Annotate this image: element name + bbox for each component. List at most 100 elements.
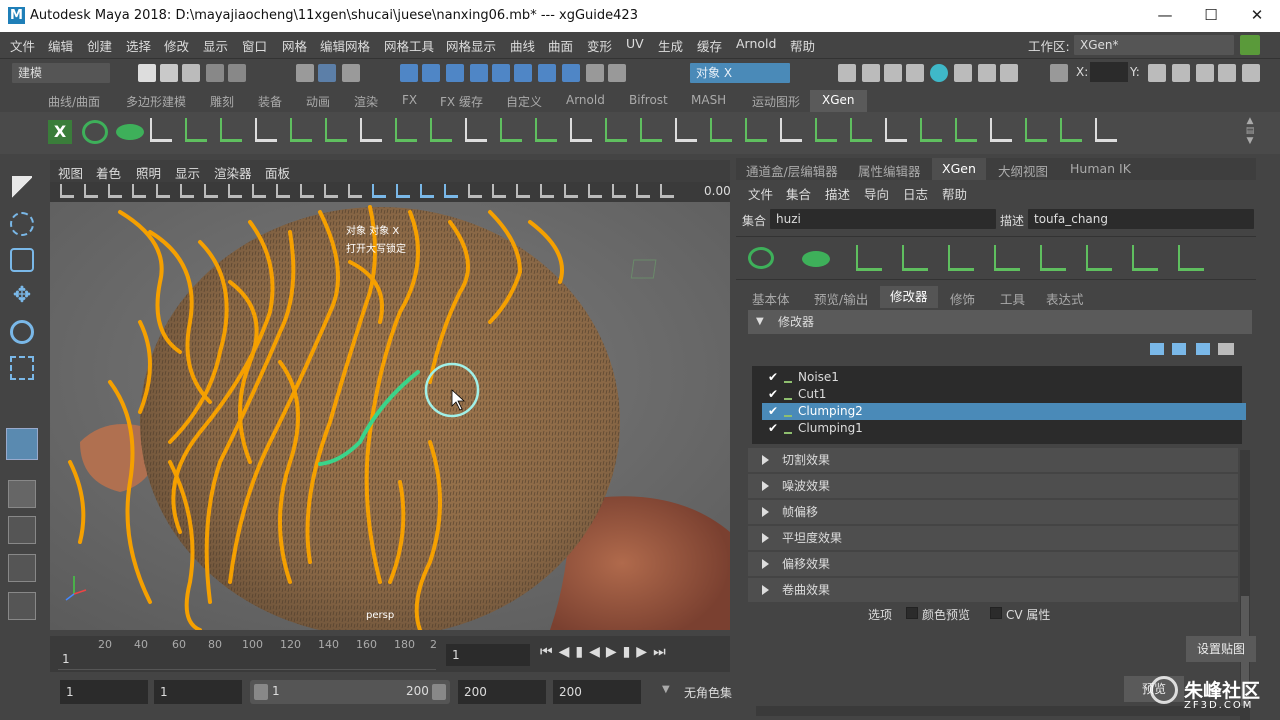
- viewport-tool-16-icon[interactable]: [420, 184, 434, 198]
- section-flatness-effect[interactable]: 平坦度效果: [748, 526, 1238, 550]
- move-tool-icon[interactable]: ✥: [10, 284, 34, 308]
- lasso-select-icon[interactable]: [10, 212, 34, 236]
- vp-menu-view[interactable]: 视图: [58, 163, 83, 182]
- menu-window[interactable]: 窗口: [242, 36, 267, 55]
- menu-help[interactable]: 帮助: [790, 36, 815, 55]
- viewport-tool-5-icon[interactable]: [156, 184, 170, 198]
- outliner-layout-icon[interactable]: [8, 592, 36, 620]
- viewport-tool-18-icon[interactable]: [468, 184, 482, 198]
- menu-uv[interactable]: UV: [626, 36, 644, 51]
- modifier-folder-icon[interactable]: [1218, 343, 1234, 355]
- anim-end-field[interactable]: 200: [458, 680, 546, 704]
- xgen-tool-8-icon[interactable]: [1178, 245, 1204, 271]
- viewport-tool-22-icon[interactable]: [564, 184, 578, 198]
- shelf-tab-fx[interactable]: FX: [402, 93, 417, 107]
- lock-icon[interactable]: [1240, 35, 1260, 55]
- create-primitive-icon[interactable]: [802, 251, 830, 267]
- menu-mesh-tools[interactable]: 网格工具: [384, 36, 434, 55]
- xgen-menu-file[interactable]: 文件: [748, 184, 773, 203]
- shelf-tool-6-icon[interactable]: [325, 118, 347, 142]
- shelf-tab-poly[interactable]: 多边形建模: [126, 93, 186, 110]
- paint-select-icon[interactable]: [10, 248, 34, 272]
- section-curl-effect[interactable]: 卷曲效果: [748, 578, 1238, 602]
- shelf-tool-13-icon[interactable]: [570, 118, 592, 142]
- shelf-tool-7-icon[interactable]: [360, 118, 382, 142]
- horizontal-scrollbar[interactable]: [756, 706, 1240, 716]
- snap-view-icon[interactable]: [470, 64, 488, 82]
- attribute-editor-icon[interactable]: [1196, 64, 1214, 82]
- section-frame-offset[interactable]: 帧偏移: [748, 500, 1238, 524]
- workspace-dropdown[interactable]: XGen*: [1074, 35, 1234, 55]
- shelf-tool-4-icon[interactable]: [255, 118, 277, 142]
- arnold-render-icon[interactable]: [954, 64, 972, 82]
- add-modifier-icon[interactable]: [1196, 343, 1210, 355]
- shelf-tool-23-icon[interactable]: [920, 118, 942, 142]
- xgen-menu-help[interactable]: 帮助: [942, 184, 967, 203]
- xgen-menu-description[interactable]: 描述: [825, 184, 850, 203]
- menu-modify[interactable]: 修改: [164, 36, 189, 55]
- shelf-tool-25-icon[interactable]: [990, 118, 1012, 142]
- viewport-tool-15-icon[interactable]: [396, 184, 410, 198]
- subtab-primitives[interactable]: 基本体: [752, 289, 790, 308]
- xgen-tool-4-icon[interactable]: [994, 245, 1020, 271]
- shelf-tab-mash[interactable]: MASH: [691, 93, 726, 107]
- arnold-ipr-icon[interactable]: [978, 64, 996, 82]
- scale-tool-icon[interactable]: [10, 356, 34, 380]
- range-bar[interactable]: 1 200: [250, 680, 450, 704]
- shelf-tool-3-icon[interactable]: [220, 118, 242, 142]
- tool-settings-icon[interactable]: [1218, 64, 1236, 82]
- redo-icon[interactable]: [228, 64, 246, 82]
- render-view-icon[interactable]: [838, 64, 856, 82]
- vp-menu-renderer[interactable]: 渲染器: [214, 163, 252, 182]
- snap-curve-icon[interactable]: [422, 64, 440, 82]
- viewport-tool-17-icon[interactable]: [444, 184, 458, 198]
- shelf-tool-17-icon[interactable]: [710, 118, 732, 142]
- menu-cache[interactable]: 缓存: [697, 36, 722, 55]
- lock-selection-icon[interactable]: [586, 64, 604, 82]
- description-dropdown[interactable]: toufa_chang: [1028, 209, 1254, 229]
- menu-mesh-display[interactable]: 网格显示: [446, 36, 496, 55]
- subtab-preview-output[interactable]: 预览/输出: [814, 289, 868, 308]
- shelf-tool-21-icon[interactable]: [850, 118, 872, 142]
- shelf-tool-27-icon[interactable]: [1060, 118, 1082, 142]
- xgen-menu-collection[interactable]: 集合: [786, 184, 811, 203]
- object-name-field[interactable]: 对象 X: [690, 63, 790, 83]
- shelf-tool-22-icon[interactable]: [885, 118, 907, 142]
- pause-ipr-icon[interactable]: [1000, 64, 1018, 82]
- xgen-editor-icon[interactable]: X: [48, 120, 72, 144]
- menu-mesh[interactable]: 网格: [282, 36, 307, 55]
- current-frame-field[interactable]: 1: [446, 644, 530, 666]
- menu-file[interactable]: 文件: [10, 36, 35, 55]
- viewport-tool-6-icon[interactable]: [180, 184, 194, 198]
- viewport-tool-25-icon[interactable]: [636, 184, 650, 198]
- viewport-tool-20-icon[interactable]: [516, 184, 530, 198]
- menu-curves[interactable]: 曲线: [510, 36, 535, 55]
- move-down-icon[interactable]: [1172, 343, 1186, 355]
- character-controls-icon[interactable]: [1172, 64, 1190, 82]
- range-dropdown-icon[interactable]: ▼: [662, 684, 670, 695]
- shelf-tab-bifrost[interactable]: Bifrost: [629, 93, 668, 107]
- snap-vertex-icon[interactable]: [514, 64, 532, 82]
- viewport-tool-24-icon[interactable]: [612, 184, 626, 198]
- character-set-dropdown[interactable]: 无角色集: [684, 684, 732, 701]
- snap-live-icon[interactable]: [538, 64, 556, 82]
- modifier-cut1[interactable]: ✔ Cut1: [762, 386, 1246, 403]
- viewport-tool-4-icon[interactable]: [132, 184, 146, 198]
- hypershade-icon[interactable]: [930, 64, 948, 82]
- shelf-tool-1-icon[interactable]: [150, 118, 172, 142]
- shelf-scroll-icon[interactable]: ▲ ▤ ▼: [1244, 116, 1256, 148]
- vp-menu-panels[interactable]: 面板: [265, 163, 290, 182]
- select-tool-icon[interactable]: [296, 64, 314, 82]
- modifier-clumping1[interactable]: ✔ Clumping1: [762, 420, 1246, 437]
- shelf-tool-24-icon[interactable]: [955, 118, 977, 142]
- close-button[interactable]: ✕: [1234, 0, 1280, 32]
- anim-start-field[interactable]: 1: [154, 680, 242, 704]
- viewport-3d-scene[interactable]: 对象 对象 X 打开大写锁定 persp: [50, 202, 730, 630]
- menu-select[interactable]: 选择: [126, 36, 151, 55]
- timeline-ruler[interactable]: 1 20 40 60 80 100 120 140 160 180 2: [58, 636, 437, 670]
- shelf-tool-5-icon[interactable]: [290, 118, 312, 142]
- single-pane-icon[interactable]: [8, 480, 36, 508]
- preview-eye-icon[interactable]: [82, 120, 108, 144]
- four-pane-icon[interactable]: [8, 516, 36, 544]
- maximize-button[interactable]: ☐: [1188, 0, 1234, 32]
